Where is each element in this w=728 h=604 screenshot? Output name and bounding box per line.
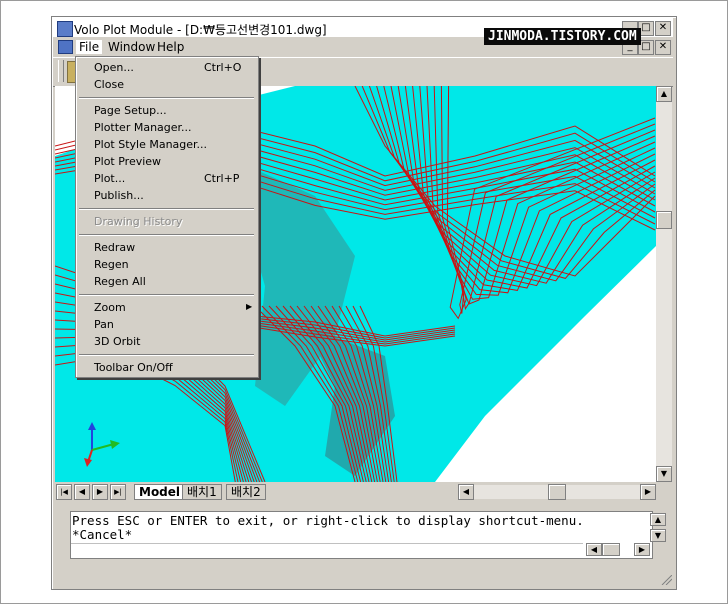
menu-item-3d-orbit[interactable]: 3D Orbit xyxy=(94,335,141,348)
menu-file[interactable]: File xyxy=(76,40,103,54)
tab-layout1[interactable]: 배치1 xyxy=(182,484,222,500)
menu-item-pan[interactable]: Pan xyxy=(94,318,114,331)
menu-item-plot[interactable]: Plot... xyxy=(94,172,125,185)
menu-item-plot-preview[interactable]: Plot Preview xyxy=(94,155,161,168)
menu-separator xyxy=(79,294,254,296)
vertical-scroll-thumb[interactable] xyxy=(656,211,672,229)
file-menu-dropdown: Open... Ctrl+O Close Page Setup... Plott… xyxy=(75,56,259,378)
menu-separator xyxy=(79,354,254,356)
menu-help[interactable]: Help xyxy=(154,40,187,54)
menu-item-plot-style-manager[interactable]: Plot Style Manager... xyxy=(94,138,207,151)
next-tab-button[interactable]: ▶ xyxy=(92,484,108,500)
menu-item-close[interactable]: Close xyxy=(94,78,124,91)
scroll-up-button[interactable]: ▲ xyxy=(656,86,672,102)
hscroll-right-button[interactable]: ▶ xyxy=(640,484,656,500)
menu-item-plotter-manager[interactable]: Plotter Manager... xyxy=(94,121,192,134)
menu-window[interactable]: Window xyxy=(105,40,158,54)
cmd-hscroll-right-button[interactable]: ▶ xyxy=(634,543,650,556)
menu-item-publish[interactable]: Publish... xyxy=(94,189,144,202)
ucs-axis-icon xyxy=(84,422,120,467)
shortcut-plot: Ctrl+P xyxy=(204,172,240,185)
cmd-hscroll-left-button[interactable]: ◀ xyxy=(586,543,602,556)
cmd-scroll-up-button[interactable]: ▲ xyxy=(650,513,666,526)
shortcut-open: Ctrl+O xyxy=(204,61,242,74)
hscroll-left-button[interactable]: ◀ xyxy=(458,484,474,500)
command-history-line-2: *Cancel* xyxy=(72,527,133,542)
horizontal-scroll-thumb[interactable] xyxy=(548,484,566,500)
doc-close-button[interactable]: ✕ xyxy=(655,40,671,55)
menu-item-regen[interactable]: Regen xyxy=(94,258,129,271)
first-tab-button[interactable]: |◀ xyxy=(56,484,72,500)
cmd-hscroll-thumb[interactable] xyxy=(602,543,620,556)
menu-item-open[interactable]: Open... xyxy=(94,61,134,74)
watermark-label: JINMODA.TISTORY.COM xyxy=(484,28,641,45)
command-history-line-1: Press ESC or ENTER to exit, or right-cli… xyxy=(72,513,584,528)
menu-separator xyxy=(79,234,254,236)
vertical-scrollbar[interactable] xyxy=(656,86,672,482)
command-input[interactable] xyxy=(71,543,583,557)
menu-item-drawing-history: Drawing History xyxy=(94,215,183,228)
tab-layout2[interactable]: 배치2 xyxy=(226,484,266,500)
last-tab-button[interactable]: ▶| xyxy=(110,484,126,500)
menu-item-toolbar-toggle[interactable]: Toolbar On/Off xyxy=(94,361,173,374)
tab-model[interactable]: Model xyxy=(134,484,186,500)
menu-item-zoom[interactable]: Zoom xyxy=(94,301,126,314)
cmd-scroll-down-button[interactable]: ▼ xyxy=(650,529,666,542)
resize-grip-icon xyxy=(661,574,673,586)
resize-grip[interactable] xyxy=(660,574,673,586)
menu-item-page-setup[interactable]: Page Setup... xyxy=(94,104,167,117)
menu-item-redraw[interactable]: Redraw xyxy=(94,241,135,254)
toolbar-grip[interactable] xyxy=(58,60,64,82)
app-icon xyxy=(57,21,73,37)
submenu-arrow-icon: ▶ xyxy=(246,302,253,311)
close-button[interactable]: ✕ xyxy=(655,21,671,36)
scroll-down-button[interactable]: ▼ xyxy=(656,466,672,482)
window-title: Volo Plot Module - [D:₩등고선변경101.dwg] xyxy=(74,23,327,37)
prev-tab-button[interactable]: ◀ xyxy=(74,484,90,500)
menu-item-regen-all[interactable]: Regen All xyxy=(94,275,146,288)
menu-separator xyxy=(79,97,254,99)
menu-separator xyxy=(79,208,254,210)
document-icon[interactable] xyxy=(58,40,73,54)
